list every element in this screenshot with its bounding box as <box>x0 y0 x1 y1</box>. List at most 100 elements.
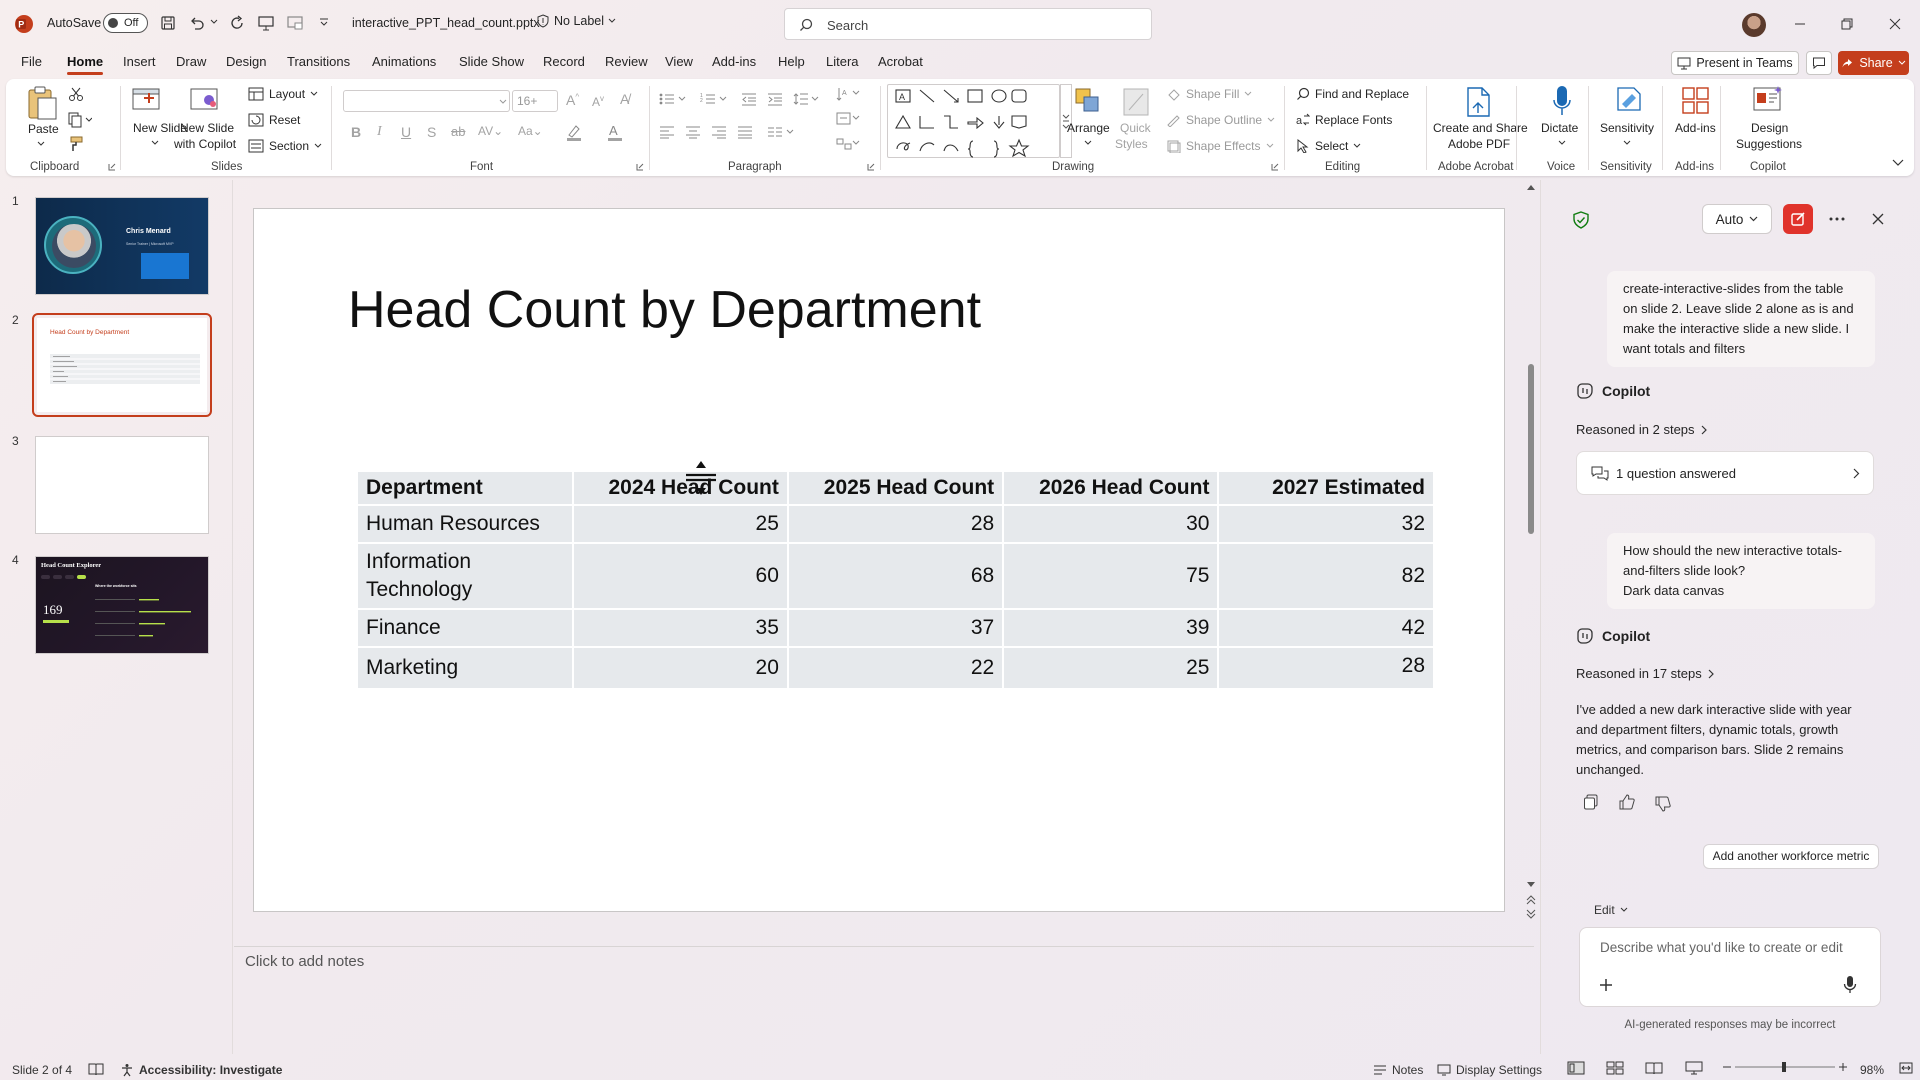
cut-icon[interactable] <box>68 86 84 102</box>
close-window-icon[interactable] <box>1885 14 1905 34</box>
table-cell[interactable]: Information Technology <box>358 544 572 610</box>
present-in-teams-button[interactable]: Present in Teams <box>1671 51 1799 75</box>
tab-design[interactable]: Design <box>226 54 266 69</box>
paste-label[interactable]: Paste <box>28 122 59 137</box>
align-right-icon[interactable] <box>711 125 727 139</box>
create-share-pdf-line2[interactable]: Adobe PDF <box>1448 137 1510 152</box>
tab-home[interactable]: Home <box>67 54 103 69</box>
chevron-down-icon[interactable] <box>1558 140 1566 146</box>
font-name-box[interactable] <box>343 90 510 112</box>
table-cell[interactable]: 35 <box>573 610 787 648</box>
convert-smartart-icon[interactable] <box>836 136 862 152</box>
tab-slide-show[interactable]: Slide Show <box>459 54 524 69</box>
column-header[interactable]: 2027 Estimated <box>1219 472 1433 506</box>
tab-record[interactable]: Record <box>543 54 585 69</box>
table-cell[interactable]: 42 <box>1219 610 1433 648</box>
add-ins-ribbon-label[interactable]: Add-ins <box>1675 121 1716 136</box>
find-and-replace-button[interactable]: Find and Replace <box>1296 87 1409 101</box>
table-cell[interactable]: 32 <box>1219 506 1433 544</box>
table-cell[interactable]: Human Resources <box>358 506 572 544</box>
table-cell[interactable]: Finance <box>358 610 572 648</box>
tab-insert[interactable]: Insert <box>123 54 156 69</box>
section-button[interactable]: Section <box>248 139 322 153</box>
dialog-launcher-icon[interactable] <box>636 163 644 171</box>
shrink-font-icon[interactable]: Av <box>592 94 604 109</box>
arrange-icon[interactable] <box>1073 86 1103 116</box>
tab-help[interactable]: Help <box>778 54 805 69</box>
zoom-in-icon[interactable] <box>1838 1060 1848 1074</box>
tab-litera[interactable]: Litera <box>826 54 859 69</box>
share-button[interactable]: Share <box>1838 51 1909 75</box>
notes-pane[interactable] <box>234 946 1534 988</box>
bold-icon[interactable]: B <box>351 124 361 140</box>
more-options-icon[interactable] <box>1829 212 1845 226</box>
column-header[interactable]: 2024 Head Count <box>573 472 787 506</box>
format-painter-icon[interactable] <box>68 136 84 152</box>
zoom-slider[interactable] <box>1735 1060 1835 1074</box>
decrease-indent-icon[interactable] <box>741 92 757 106</box>
undo-dropdown-chevron-icon[interactable] <box>210 18 218 26</box>
slide-thumbnail-3[interactable] <box>35 436 209 534</box>
new-slide-copilot-line1[interactable]: New Slide <box>180 121 234 136</box>
zoom-out-icon[interactable] <box>1722 1060 1732 1074</box>
create-share-pdf-icon[interactable] <box>1464 86 1492 118</box>
slide-thumbnail-1[interactable]: Chris Menard Senior Trainer | Microsoft … <box>35 197 209 295</box>
editor-scrollbar[interactable] <box>1525 182 1537 922</box>
copy-icon[interactable] <box>68 112 92 128</box>
highlight-color-icon[interactable] <box>565 123 587 141</box>
slide-thumbnail-2-selected[interactable]: Head Count by Department <box>32 313 212 417</box>
chevron-down-icon[interactable] <box>37 141 45 147</box>
shape-outline-button[interactable]: Shape Outline <box>1166 113 1275 127</box>
copy-response-icon[interactable] <box>1583 794 1599 810</box>
align-text-icon[interactable] <box>836 111 862 127</box>
tab-add-ins[interactable]: Add-ins <box>712 54 756 69</box>
shape-effects-button[interactable]: Shape Effects <box>1166 139 1274 153</box>
reset-button[interactable]: Reset <box>248 113 300 127</box>
table-cell[interactable]: 28 <box>1219 648 1433 690</box>
accessibility-button[interactable]: Accessibility: Investigate <box>120 1063 282 1077</box>
chevron-down-icon[interactable] <box>1623 140 1631 146</box>
strikethrough-icon[interactable]: ab <box>451 124 465 139</box>
search-box[interactable]: Search <box>784 8 1152 40</box>
quick-styles-line2[interactable]: Styles <box>1115 137 1148 152</box>
display-settings-button[interactable]: Display Settings <box>1437 1063 1542 1077</box>
add-ins-icon[interactable] <box>1681 86 1711 116</box>
spell-check-icon[interactable] <box>88 1062 104 1076</box>
columns-icon[interactable] <box>767 125 795 139</box>
create-share-pdf-line1[interactable]: Create and Share <box>1433 121 1528 136</box>
bullets-icon[interactable] <box>659 92 687 106</box>
numbering-icon[interactable]: 12 <box>700 92 728 106</box>
new-slide-copilot-line2[interactable]: with Copilot <box>174 137 236 152</box>
quick-styles-line1[interactable]: Quick <box>1120 121 1151 136</box>
italic-icon[interactable]: I <box>377 124 382 140</box>
slideshow-view-icon[interactable] <box>1685 1061 1703 1075</box>
quick-styles-icon[interactable] <box>1121 86 1151 118</box>
slide-title[interactable]: Head Count by Department <box>348 280 981 340</box>
new-chat-button[interactable] <box>1783 204 1813 234</box>
table-cell[interactable]: 60 <box>573 544 787 610</box>
line-spacing-icon[interactable] <box>793 92 819 106</box>
notes-toggle[interactable]: Notes <box>1373 1063 1423 1077</box>
table-cell[interactable]: 22 <box>788 648 1003 690</box>
grow-font-icon[interactable]: A^ <box>566 92 579 108</box>
tab-animations[interactable]: Animations <box>372 54 436 69</box>
document-filename[interactable]: interactive_PPT_head_count.pptx <box>352 16 540 30</box>
reasoned-steps-2[interactable]: Reasoned in 17 steps <box>1576 666 1715 681</box>
copilot-mode-dropdown[interactable]: Auto <box>1702 204 1772 234</box>
comments-button[interactable] <box>1806 51 1832 75</box>
slide-thumbnail-4[interactable]: Head Count Explorer Where the workforce … <box>35 556 209 654</box>
table-cell[interactable]: 37 <box>788 610 1003 648</box>
table-cell[interactable]: 28 <box>788 506 1003 544</box>
shape-fill-button[interactable]: Shape Fill <box>1166 87 1252 101</box>
tab-file[interactable]: File <box>21 54 42 69</box>
design-suggestions-line2[interactable]: Suggestions <box>1736 137 1802 152</box>
column-header[interactable]: Department <box>358 472 572 506</box>
redo-icon[interactable] <box>228 14 246 32</box>
text-direction-icon[interactable]: A <box>836 86 862 102</box>
underline-icon[interactable]: U <box>401 124 411 140</box>
chevron-down-icon[interactable] <box>151 140 159 146</box>
notes-placeholder[interactable]: Click to add notes <box>245 953 364 970</box>
head-count-table[interactable]: Department 2024 Head Count 2025 Head Cou… <box>356 472 1435 690</box>
shapes-gallery[interactable]: A <box>887 84 1060 158</box>
dictate-label[interactable]: Dictate <box>1541 121 1578 136</box>
